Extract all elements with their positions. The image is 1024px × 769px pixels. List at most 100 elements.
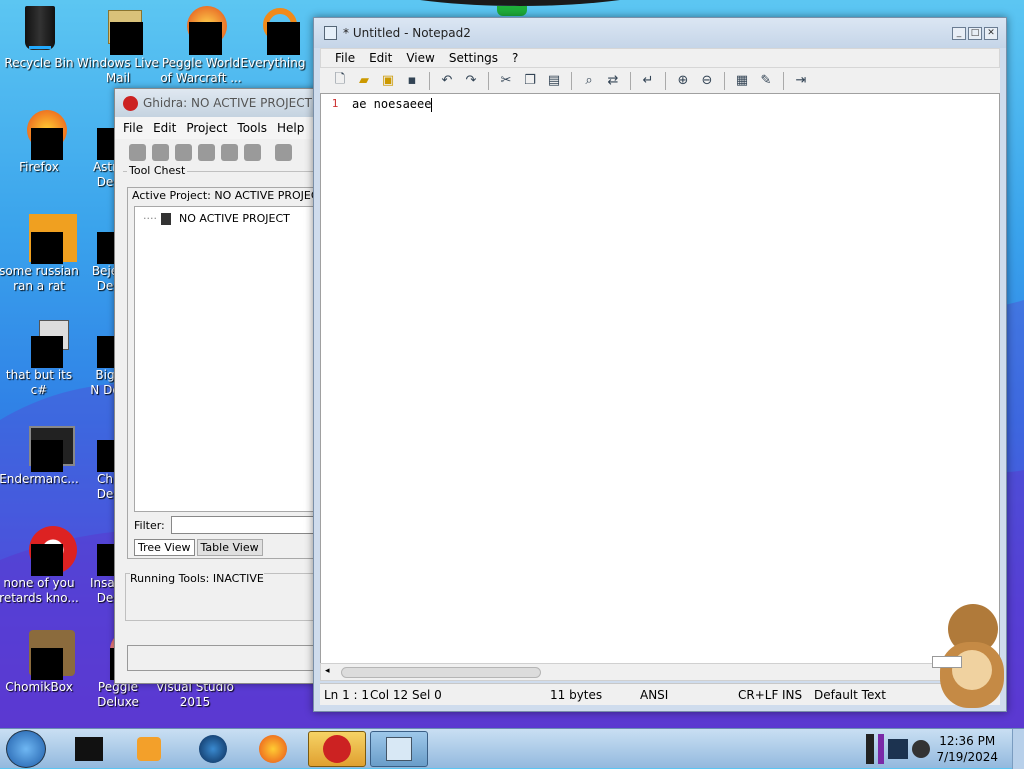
find-icon[interactable]: ⌕: [579, 71, 599, 91]
desktop-icon-everything[interactable]: Everything: [231, 6, 315, 71]
tool-icon[interactable]: [175, 143, 192, 161]
notepad-titlebar[interactable]: * Untitled - Notepad2: [314, 18, 1006, 48]
active-project-label: Active Project: NO ACTIVE PROJECT: [132, 189, 322, 202]
desktop-icon-ch[interactable]: Ch De: [70, 422, 120, 502]
network-icon[interactable]: [888, 739, 908, 759]
desktop-icon-beje[interactable]: Beje De: [70, 214, 120, 294]
close-icon[interactable]: ✕: [984, 27, 998, 40]
desktop-icon-none-of-you[interactable]: none of you retards kno...: [0, 526, 81, 606]
tool-chest-label: Tool Chest: [127, 164, 188, 177]
status-bar: Ln 1 : 1 Col 12 Sel 0 11 bytes ANSI CR+L…: [320, 683, 1000, 705]
taskbar-app-globe[interactable]: [184, 731, 242, 767]
taskbar-clock[interactable]: 12:36 PM 7/19/2024: [936, 733, 998, 765]
ghidra-titlebar[interactable]: Ghidra: NO ACTIVE PROJECT: [115, 89, 321, 117]
app-icon: [15, 526, 77, 576]
scrollbar-thumb[interactable]: [341, 667, 541, 678]
copy-icon[interactable]: ❐: [520, 71, 540, 91]
new-file-icon[interactable]: 🗋: [330, 71, 350, 91]
cut-icon[interactable]: ✂: [496, 71, 516, 91]
tool-icon[interactable]: [198, 143, 215, 161]
notepad-toolbar: 🗋 ▰ ▣ ▪ ↶ ↷ ✂ ❐ ▤ ⌕ ⇄ ↵ ⊕ ⊖ ▦ ✎ ⇥: [320, 68, 1000, 94]
tool-icon[interactable]: [221, 143, 238, 161]
filter-input[interactable]: [170, 516, 322, 534]
desktop-icon-endermanc[interactable]: Endermanc...: [0, 422, 81, 487]
menu-help[interactable]: Help: [277, 121, 304, 135]
taskbar-app-ghidra[interactable]: [308, 731, 366, 767]
menu-help[interactable]: ?: [512, 51, 518, 65]
horizontal-scrollbar[interactable]: ◂: [320, 663, 1000, 681]
desktop-icon-astr[interactable]: Astr De: [70, 110, 120, 190]
minimize-icon[interactable]: _: [952, 27, 966, 40]
tab-tree-view[interactable]: Tree View: [134, 539, 195, 556]
start-button[interactable]: [6, 730, 46, 768]
save-icon[interactable]: ▪: [402, 71, 422, 91]
camera-icon[interactable]: [912, 740, 930, 758]
status-position: Ln 1 : 1: [324, 688, 370, 702]
desktop-icon-big[interactable]: Big N De: [70, 318, 120, 398]
clock-date: 7/19/2024: [936, 750, 998, 764]
redo-icon[interactable]: ↷: [461, 71, 481, 91]
tool-icon[interactable]: [129, 143, 146, 161]
menu-settings[interactable]: Settings: [449, 51, 498, 65]
menu-edit[interactable]: Edit: [369, 51, 392, 65]
scroll-left-icon[interactable]: ◂: [325, 666, 330, 676]
ghidra-menubar: File Edit Project Tools Help: [115, 117, 321, 139]
desktop-icon-windows-live-mail[interactable]: Windows Live Mail: [76, 6, 160, 86]
menu-tools[interactable]: Tools: [237, 121, 267, 135]
status-scheme: Default Text: [814, 688, 886, 702]
taskbar-app-notepad2[interactable]: [370, 731, 428, 767]
replace-icon[interactable]: ⇄: [603, 71, 623, 91]
exit-icon[interactable]: ⇥: [791, 71, 811, 91]
taskbar-app-media[interactable]: [120, 731, 178, 767]
tool-icon[interactable]: [244, 143, 261, 161]
show-desktop-button[interactable]: [1012, 729, 1024, 769]
status-column: Col 12: [370, 688, 409, 702]
desktop-icon-some-russian[interactable]: some russian ran a rat: [0, 214, 81, 294]
text-editor[interactable]: 1 ae noesaeee: [320, 93, 1000, 681]
refresh-icon[interactable]: [275, 143, 292, 161]
notepad2-window[interactable]: * Untitled - Notepad2 _ □ ✕ File Edit Vi…: [313, 17, 1007, 712]
taskbar-app-firefox[interactable]: [244, 731, 302, 767]
desktop-icon-label: Firefox: [19, 160, 59, 174]
scheme-icon[interactable]: ▦: [732, 71, 752, 91]
active-project-panel: Active Project: NO ACTIVE PROJECT ···· N…: [127, 187, 323, 559]
zoom-out-icon[interactable]: ⊖: [697, 71, 717, 91]
menu-view[interactable]: View: [406, 51, 434, 65]
desktop-icon-label: Visual Studio 2015: [156, 680, 234, 709]
desktop-icon-recycle-bin[interactable]: Recycle Bin: [0, 6, 81, 71]
paste-icon[interactable]: ▤: [544, 71, 564, 91]
status-selection: Sel 0: [412, 688, 442, 702]
browse-icon[interactable]: ▣: [378, 71, 398, 91]
text-caret: [431, 97, 433, 112]
tool-icon[interactable]: [152, 143, 169, 161]
customize-scheme-icon[interactable]: ✎: [756, 71, 776, 91]
tab-table-view[interactable]: Table View: [196, 539, 263, 556]
word-wrap-icon[interactable]: ↵: [638, 71, 658, 91]
desktop-icon-chomikbox[interactable]: ChomikBox: [0, 630, 81, 695]
notepad-icon: [324, 26, 337, 40]
editor-content[interactable]: ae noesaeee: [352, 97, 433, 112]
zoom-in-icon[interactable]: ⊕: [673, 71, 693, 91]
menu-file[interactable]: File: [335, 51, 355, 65]
hamster-mascot-image: [930, 600, 1010, 710]
project-tree[interactable]: ···· NO ACTIVE PROJECT: [134, 206, 322, 512]
tray-purple-icon[interactable]: [878, 734, 884, 764]
taskbar-app-blackbox[interactable]: [60, 731, 118, 767]
desktop-icon-insan[interactable]: Insan De: [70, 526, 120, 606]
menu-file[interactable]: File: [123, 121, 143, 135]
tree-item[interactable]: ···· NO ACTIVE PROJECT: [143, 212, 290, 225]
ghidra-window[interactable]: Ghidra: NO ACTIVE PROJECT File Edit Proj…: [114, 88, 323, 684]
filter-row: Filter:: [134, 514, 322, 536]
firefox-icon: [15, 110, 67, 160]
desktop-icon-firefox[interactable]: Firefox: [0, 110, 81, 175]
show-hidden-icons-icon[interactable]: [866, 734, 874, 764]
globe-icon: [199, 735, 227, 763]
ghidra-toolbar: [115, 139, 321, 165]
open-folder-icon[interactable]: ▰: [354, 71, 374, 91]
menu-project[interactable]: Project: [186, 121, 227, 135]
maximize-icon[interactable]: □: [968, 27, 982, 40]
menu-edit[interactable]: Edit: [153, 121, 176, 135]
desktop-icon-that-but-its-csharp[interactable]: that but its c#: [0, 318, 81, 398]
undo-icon[interactable]: ↶: [437, 71, 457, 91]
app-icon: [15, 422, 75, 472]
